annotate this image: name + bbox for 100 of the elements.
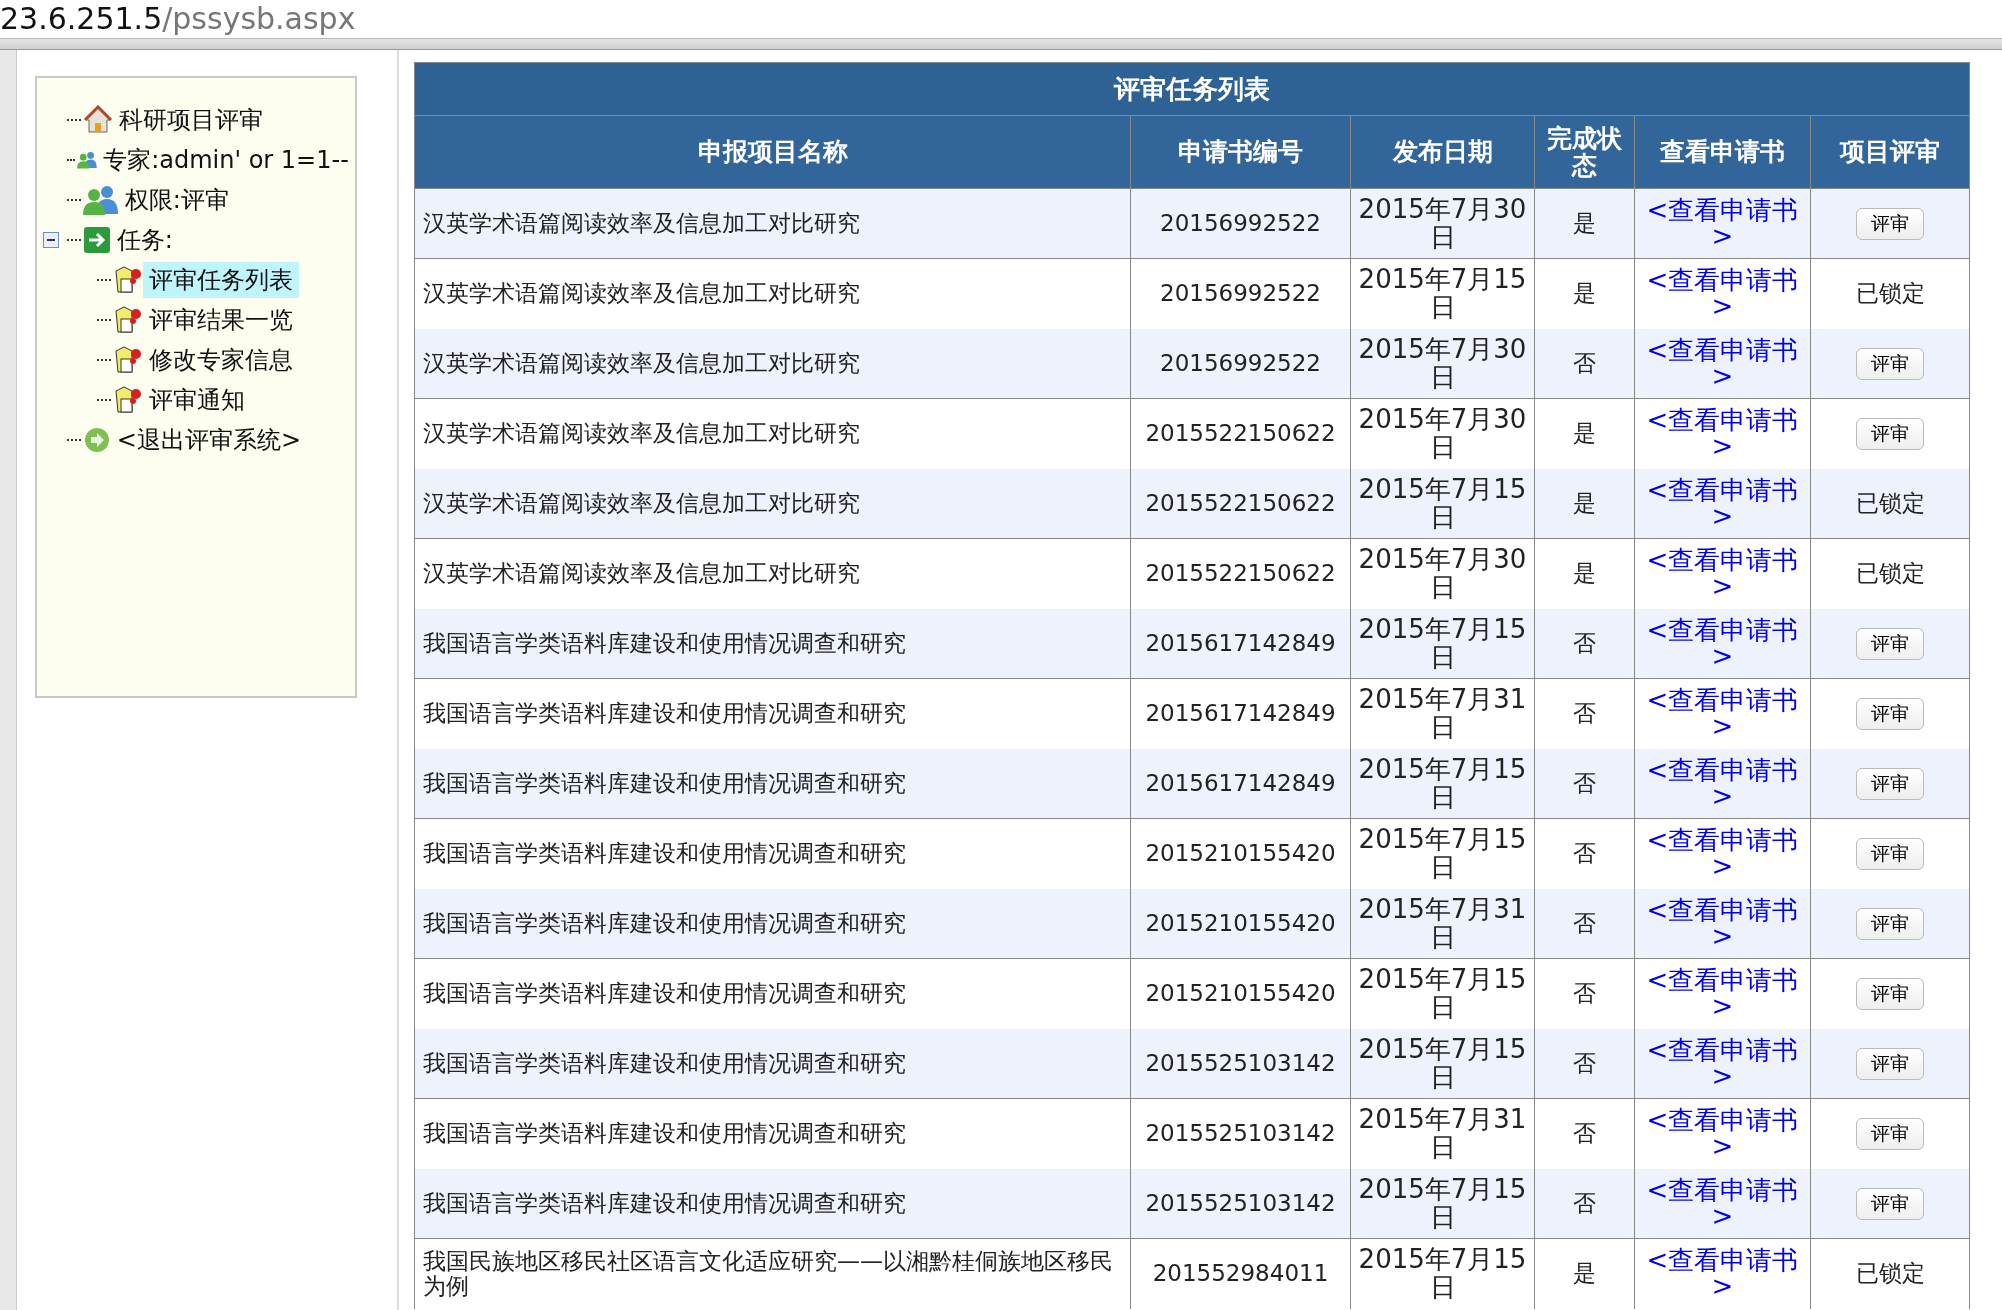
table-cell: 我国民族地区移民社区语言文化适应研究——以湘黔桂侗族地区移民为例 [414, 1238, 1131, 1309]
column-header: 完成状态 [1534, 115, 1635, 189]
table-cell: 我国语言学类语料库建设和使用情况调查和研究 [414, 818, 1131, 889]
view-application-link[interactable]: <查看申请书> [1639, 687, 1806, 740]
table-cell: 2015年7月31日 [1350, 888, 1535, 959]
table-cell: 2015年7月15日 [1350, 748, 1535, 819]
table-cell: 20156992522 [1130, 258, 1351, 329]
table-cell: 我国语言学类语料库建设和使用情况调查和研究 [414, 958, 1131, 1029]
view-application-link[interactable]: <查看申请书> [1639, 1247, 1806, 1300]
tree-item[interactable]: 评审通知 [142, 382, 251, 418]
table-cell: 2015617142849 [1130, 748, 1351, 819]
table-title: 评审任务列表 [414, 62, 1970, 116]
review-button[interactable]: 评审 [1856, 697, 1924, 730]
table-cell: 2015年7月15日 [1350, 958, 1535, 1029]
tree-item[interactable]: 专家:admin' or 1=1-- [97, 142, 355, 178]
table-cell: 否 [1534, 818, 1635, 889]
table-cell: 否 [1534, 608, 1635, 679]
view-application-link[interactable]: <查看申请书> [1639, 827, 1806, 880]
view-application-link[interactable]: <查看申请书> [1639, 547, 1806, 600]
tree-item[interactable]: 修改专家信息 [142, 342, 299, 378]
view-application-link[interactable]: <查看申请书> [1639, 967, 1806, 1020]
table-cell: 是 [1534, 188, 1635, 259]
table-cell: 2015522150622 [1130, 538, 1351, 609]
table-cell: 我国语言学类语料库建设和使用情况调查和研究 [414, 1028, 1131, 1099]
table-cell: 汉英学术语篇阅读效率及信息加工对比研究 [414, 188, 1131, 259]
table-cell: 2015年7月30日 [1350, 398, 1535, 469]
table-cell: 否 [1534, 1028, 1635, 1099]
tree-item[interactable]: 科研项目评审 [112, 102, 269, 138]
table-cell: 汉英学术语篇阅读效率及信息加工对比研究 [414, 328, 1131, 399]
table-cell: 2015年7月30日 [1350, 188, 1535, 259]
tree-item[interactable]: 任务: [110, 222, 179, 258]
table-cell: 2015525103142 [1130, 1168, 1351, 1239]
column-header: 申请书编号 [1130, 115, 1351, 189]
table-cell: 2015年7月15日 [1350, 468, 1535, 539]
table-cell: 是 [1534, 1238, 1635, 1309]
review-button[interactable]: 评审 [1856, 837, 1924, 870]
column-header: 发布日期 [1350, 115, 1535, 189]
table-cell: 2015617142849 [1130, 678, 1351, 749]
review-button[interactable]: 评审 [1856, 1117, 1924, 1150]
view-application-link[interactable]: <查看申请书> [1639, 407, 1806, 460]
table-cell: 是 [1534, 468, 1635, 539]
table-cell: 2015525103142 [1130, 1098, 1351, 1169]
address-bar[interactable]: 23.6.251.5/pssysb.aspx [0, 0, 2002, 38]
table-cell: 我国语言学类语料库建设和使用情况调查和研究 [414, 608, 1131, 679]
column-header: 查看申请书 [1634, 115, 1811, 189]
table-cell: 2015年7月15日 [1350, 1238, 1535, 1309]
table-cell: 汉英学术语篇阅读效率及信息加工对比研究 [414, 538, 1131, 609]
table-cell: 2015年7月30日 [1350, 538, 1535, 609]
table-cell: 我国语言学类语料库建设和使用情况调查和研究 [414, 1168, 1131, 1239]
tree-item[interactable]: <退出评审系统> [110, 422, 308, 458]
table-cell: 2015210155420 [1130, 888, 1351, 959]
table-cell: 2015年7月31日 [1350, 1098, 1535, 1169]
table-cell: 汉英学术语篇阅读效率及信息加工对比研究 [414, 398, 1131, 469]
locked-status: 已锁定 [1855, 280, 1925, 307]
review-button[interactable]: 评审 [1856, 977, 1924, 1010]
review-button[interactable]: 评审 [1856, 627, 1924, 660]
view-application-link[interactable]: <查看申请书> [1639, 267, 1806, 320]
table-cell: 汉英学术语篇阅读效率及信息加工对比研究 [414, 258, 1131, 329]
table-cell: 2015年7月15日 [1350, 818, 1535, 889]
table-cell: 2015年7月15日 [1350, 258, 1535, 329]
table-cell: 我国语言学类语料库建设和使用情况调查和研究 [414, 748, 1131, 819]
review-button[interactable]: 评审 [1856, 907, 1924, 940]
table-cell: 否 [1534, 1168, 1635, 1239]
table-cell: 2015年7月31日 [1350, 678, 1535, 749]
table-cell: 否 [1534, 1098, 1635, 1169]
tree-item[interactable]: 评审任务列表 [142, 262, 299, 298]
table-cell: 是 [1534, 258, 1635, 329]
column-header: 申报项目名称 [414, 115, 1131, 189]
table-cell: 2015年7月15日 [1350, 608, 1535, 679]
review-button[interactable]: 评审 [1856, 417, 1924, 450]
tree-item[interactable]: 评审结果一览 [142, 302, 299, 338]
column-header: 项目评审 [1810, 115, 1970, 189]
locked-status: 已锁定 [1855, 490, 1925, 517]
table-cell: 否 [1534, 748, 1635, 819]
review-button[interactable]: 评审 [1856, 1187, 1924, 1220]
table-cell: 2015525103142 [1130, 1028, 1351, 1099]
table-cell: 否 [1534, 678, 1635, 749]
table-cell: 201552984011 [1130, 1238, 1351, 1309]
table-cell: 否 [1534, 958, 1635, 1029]
table-cell: 2015210155420 [1130, 818, 1351, 889]
table-cell: 20156992522 [1130, 328, 1351, 399]
table-cell: 否 [1534, 328, 1635, 399]
table-cell: 是 [1534, 538, 1635, 609]
table-cell: 我国语言学类语料库建设和使用情况调查和研究 [414, 888, 1131, 959]
table-cell: 2015年7月15日 [1350, 1028, 1535, 1099]
table-cell: 2015年7月30日 [1350, 328, 1535, 399]
review-button[interactable]: 评审 [1856, 207, 1924, 240]
review-button[interactable]: 评审 [1856, 347, 1924, 380]
review-button[interactable]: 评审 [1856, 1047, 1924, 1080]
table-cell: 否 [1534, 888, 1635, 959]
table-cell: 2015617142849 [1130, 608, 1351, 679]
locked-status: 已锁定 [1855, 1260, 1925, 1287]
table-cell: 2015210155420 [1130, 958, 1351, 1029]
review-button[interactable]: 评审 [1856, 767, 1924, 800]
table-cell: 汉英学术语篇阅读效率及信息加工对比研究 [414, 468, 1131, 539]
view-application-link[interactable]: <查看申请书> [1639, 1107, 1806, 1160]
table-cell: 2015年7月15日 [1350, 1168, 1535, 1239]
tree-item[interactable]: 权限:评审 [118, 182, 235, 218]
table-cell: 2015522150622 [1130, 398, 1351, 469]
table-cell: 是 [1534, 398, 1635, 469]
